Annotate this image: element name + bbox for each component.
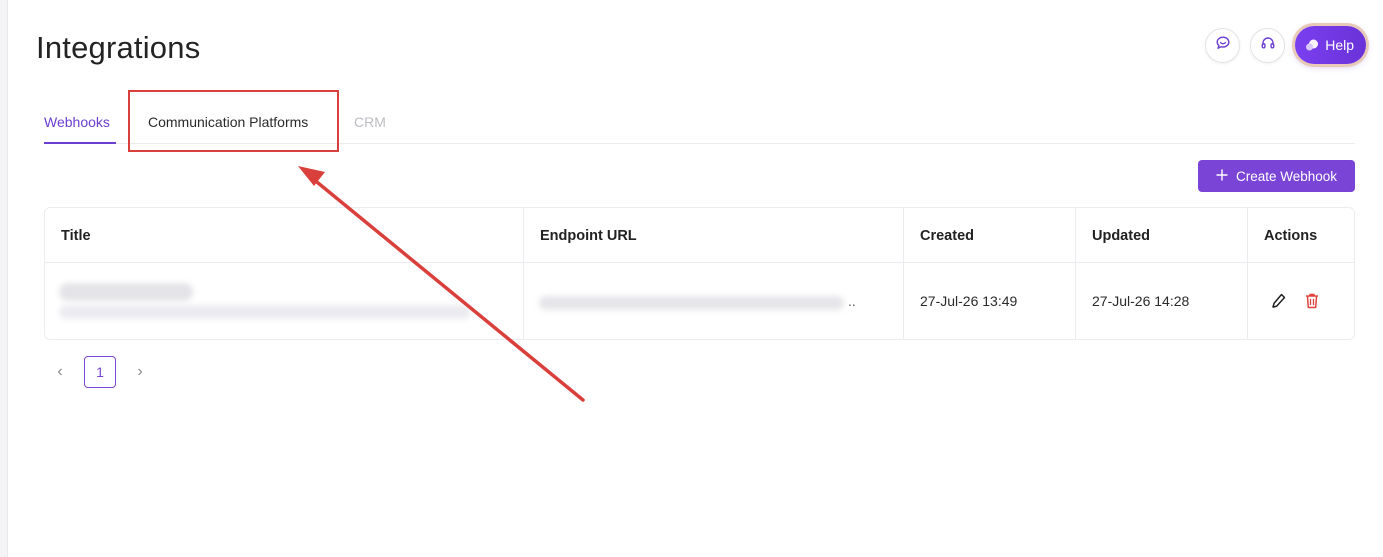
redacted-title-secondary bbox=[59, 305, 471, 319]
column-header-created: Created bbox=[920, 228, 974, 244]
chevron-right-icon[interactable]: › bbox=[130, 356, 150, 388]
column-header-actions: Actions bbox=[1264, 228, 1318, 244]
column-header-title: Title bbox=[61, 228, 91, 244]
tab-webhooks[interactable]: Webhooks bbox=[44, 114, 110, 130]
tab-crm[interactable]: CRM bbox=[354, 114, 386, 130]
chat-bubble-icon bbox=[1215, 35, 1231, 56]
webhooks-table: Title Endpoint URL Created Updated Actio… bbox=[44, 207, 1355, 340]
chat-button[interactable] bbox=[1205, 27, 1241, 63]
updated-date: 27-Jul-26 14:28 bbox=[1092, 293, 1190, 309]
header-actions: Help bbox=[1205, 26, 1366, 64]
plus-icon bbox=[1216, 168, 1228, 184]
page-number-current[interactable]: 1 bbox=[84, 356, 116, 388]
annotation-highlight-box bbox=[128, 90, 339, 152]
chevron-left-icon[interactable]: ‹ bbox=[50, 356, 70, 388]
redacted-endpoint-url bbox=[539, 296, 844, 310]
sidebar-edge bbox=[0, 0, 8, 557]
column-header-endpoint-url: Endpoint URL bbox=[540, 228, 637, 244]
redacted-title bbox=[59, 283, 193, 301]
headset-icon bbox=[1260, 35, 1276, 56]
table-row[interactable]: .. 27-Jul-26 13:49 27-Jul-26 14:28 bbox=[45, 263, 1354, 340]
table-header-row: Title Endpoint URL Created Updated Actio… bbox=[45, 208, 1354, 263]
pagination: ‹ 1 › bbox=[50, 356, 150, 388]
help-label: Help bbox=[1325, 37, 1354, 53]
support-button[interactable] bbox=[1250, 27, 1286, 63]
column-header-updated: Updated bbox=[1092, 228, 1150, 244]
active-tab-indicator bbox=[44, 142, 116, 144]
delete-icon[interactable] bbox=[1302, 291, 1322, 311]
endpoint-url-ellipsis: .. bbox=[848, 293, 856, 309]
edit-icon[interactable] bbox=[1269, 291, 1289, 311]
created-date: 27-Jul-26 13:49 bbox=[920, 293, 1018, 309]
create-webhook-button[interactable]: Create Webhook bbox=[1198, 160, 1355, 192]
create-webhook-label: Create Webhook bbox=[1235, 168, 1338, 184]
help-button[interactable]: Help bbox=[1295, 26, 1366, 64]
help-bubble-icon bbox=[1305, 38, 1319, 52]
page-title: Integrations bbox=[36, 30, 201, 65]
